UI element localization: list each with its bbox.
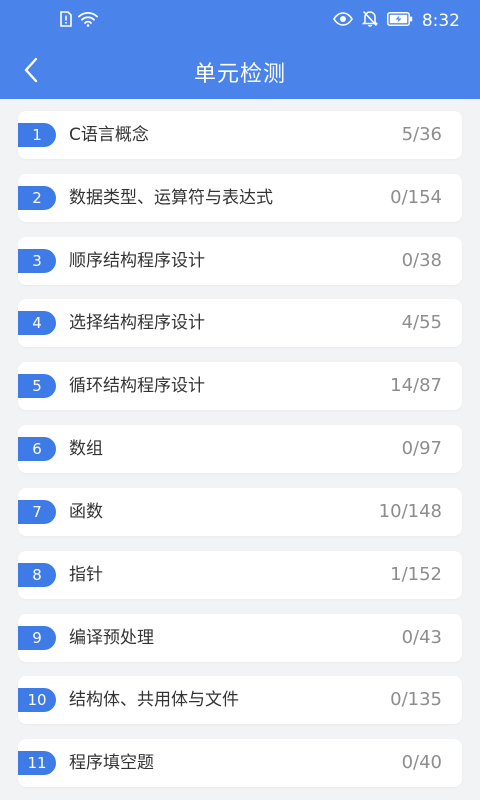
unit-progress: 0/40 [401, 752, 442, 773]
unit-progress: 14/87 [390, 375, 442, 396]
unit-card[interactable]: 1 C语言概念 5/36 [18, 111, 462, 159]
eye-icon [332, 11, 353, 30]
status-time: 8:32 [421, 10, 460, 31]
unit-number-badge: 6 [18, 437, 56, 461]
unit-name: 程序填空题 [69, 753, 154, 773]
app-header: 8:32 单元检测 [0, 0, 480, 99]
unit-number-badge: 5 [18, 374, 56, 398]
status-bar-right: 8:32 [332, 10, 460, 31]
unit-name: 顺序结构程序设计 [69, 251, 205, 271]
unit-number-badge: 4 [18, 311, 56, 335]
unit-progress: 5/36 [401, 124, 442, 145]
unit-name: 函数 [69, 502, 103, 522]
unit-number-badge: 3 [18, 249, 56, 273]
unit-name: 指针 [69, 565, 103, 585]
status-bar: 8:32 [0, 0, 480, 40]
unit-card[interactable]: 9 编译预处理 0/43 [18, 614, 462, 662]
unit-card[interactable]: 6 数组 0/97 [18, 425, 462, 473]
unit-number-badge: 8 [18, 563, 56, 587]
unit-progress: 0/154 [390, 187, 442, 208]
wifi-icon [78, 11, 98, 31]
unit-progress: 4/55 [401, 312, 442, 333]
page-title: 单元检测 [193, 62, 286, 87]
unit-name: 编译预处理 [69, 628, 154, 648]
unit-progress: 0/43 [401, 627, 442, 648]
unit-progress: 10/148 [378, 501, 442, 522]
unit-progress: 0/97 [401, 438, 442, 459]
unit-number-badge: 9 [18, 626, 56, 650]
unit-number-badge: 11 [18, 751, 56, 775]
unit-card[interactable]: 3 顺序结构程序设计 0/38 [18, 237, 462, 285]
unit-name: 选择结构程序设计 [69, 313, 205, 333]
unit-list: 1 C语言概念 5/36 2 数据类型、运算符与表达式 0/154 3 顺序结构… [0, 99, 480, 800]
unit-progress: 0/135 [390, 689, 442, 710]
unit-progress: 1/152 [390, 564, 442, 585]
unit-name: C语言概念 [69, 125, 149, 145]
unit-number-badge: 7 [18, 500, 56, 524]
sim-alert-icon [60, 11, 72, 31]
unit-name: 循环结构程序设计 [69, 376, 205, 396]
unit-name: 结构体、共用体与文件 [69, 690, 239, 710]
unit-card[interactable]: 4 选择结构程序设计 4/55 [18, 299, 462, 347]
unit-card[interactable]: 7 函数 10/148 [18, 488, 462, 536]
unit-name: 数组 [69, 439, 103, 459]
unit-card[interactable]: 2 数据类型、运算符与表达式 0/154 [18, 174, 462, 222]
unit-number-badge: 10 [18, 688, 56, 712]
unit-card[interactable]: 10 结构体、共用体与文件 0/135 [18, 676, 462, 724]
unit-card[interactable]: 5 循环结构程序设计 14/87 [18, 362, 462, 410]
bell-off-icon [361, 10, 379, 31]
status-bar-left [60, 11, 98, 31]
battery-charging-icon [386, 11, 413, 30]
unit-progress: 0/38 [401, 250, 442, 271]
unit-name: 数据类型、运算符与表达式 [69, 188, 273, 208]
nav-bar: 单元检测 [0, 44, 480, 96]
unit-number-badge: 1 [18, 123, 56, 147]
unit-card[interactable]: 8 指针 1/152 [18, 551, 462, 599]
unit-card[interactable]: 11 程序填空题 0/40 [18, 739, 462, 787]
unit-number-badge: 2 [18, 186, 56, 210]
